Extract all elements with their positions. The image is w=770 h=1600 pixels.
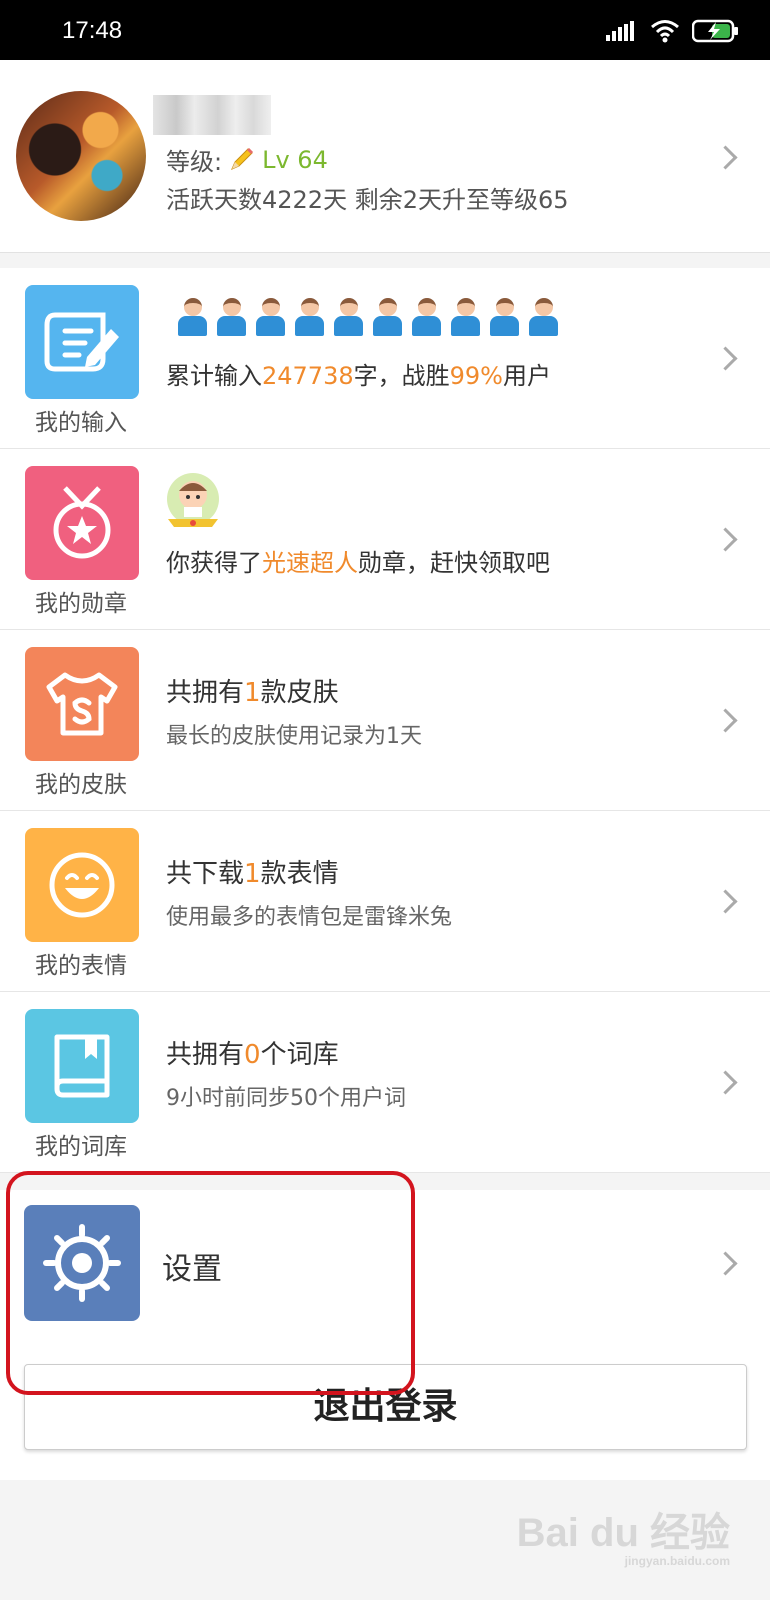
- book-icon: [54, 1034, 110, 1098]
- avatar[interactable]: [16, 91, 146, 221]
- my-input-summary: 累计输入247738字，战胜99%用户: [166, 362, 551, 390]
- menu-caption: 我的表情: [35, 953, 127, 979]
- baby-badge-icon: [167, 473, 219, 527]
- emoji-count: 共下载1款表情: [166, 859, 339, 889]
- medal-icon: [53, 486, 111, 559]
- chevron-right-icon: [713, 1070, 738, 1095]
- menu-caption: 我的输入: [35, 410, 127, 436]
- chevron-right-icon: [713, 145, 738, 170]
- highlight-box: [6, 1171, 415, 1395]
- profile-header[interactable]: 等级: Lv 64 活跃天数4222天 剩余2天升至等级65: [0, 60, 770, 253]
- my-skins-tile: [25, 647, 139, 761]
- chevron-right-icon: [713, 889, 738, 914]
- active-days-text: 活跃天数4222天 剩余2天升至等级65: [166, 186, 569, 214]
- chevron-right-icon: [713, 527, 738, 552]
- status-time: 17:48: [62, 17, 123, 44]
- battery-charging-icon: [692, 19, 738, 43]
- menu-caption: 我的词库: [35, 1134, 127, 1160]
- menu-caption: 我的皮肤: [35, 772, 127, 798]
- menu-item-my-skins[interactable]: 我的皮肤 共拥有1款皮肤 最长的皮肤使用记录为1天: [0, 630, 770, 811]
- scroll-edit-icon: [44, 312, 119, 372]
- chevron-right-icon: [713, 708, 738, 733]
- users-illustration: [176, 298, 560, 336]
- stats-menu: 我的输入 累计输入247738字，战胜99%用户 我的勋章 你获得了光速超人勋章…: [0, 268, 770, 1173]
- status-icons: [606, 18, 740, 44]
- medal-message: 你获得了光速超人勋章，赶快领取吧: [166, 549, 550, 577]
- emoji-subtitle: 使用最多的表情包是雷锋米兔: [166, 905, 453, 930]
- level-value: Lv 64: [262, 145, 328, 174]
- wifi-icon: [651, 20, 679, 43]
- menu-item-my-medals[interactable]: 我的勋章 你获得了光速超人勋章，赶快领取吧: [0, 449, 770, 630]
- my-lexicon-tile: [25, 1009, 139, 1123]
- menu-caption: 我的勋章: [35, 591, 127, 617]
- lexicon-subtitle: 9小时前同步50个用户词: [166, 1086, 406, 1111]
- level-line: 等级: Lv 64: [166, 142, 328, 177]
- my-input-tile: [25, 285, 139, 399]
- menu-item-my-emoji[interactable]: 我的表情 共下载1款表情 使用最多的表情包是雷锋米兔: [0, 811, 770, 992]
- level-label: 等级:: [166, 148, 223, 176]
- tshirt-icon: [46, 672, 118, 736]
- smiley-icon: [49, 852, 115, 918]
- chevron-right-icon: [713, 1251, 738, 1276]
- signal-icon: [606, 21, 634, 41]
- status-bar: 17:48: [0, 0, 770, 60]
- lexicon-count: 共拥有0个词库: [166, 1040, 339, 1070]
- my-emoji-tile: [25, 828, 139, 942]
- menu-item-my-lexicon[interactable]: 我的词库 共拥有0个词库 9小时前同步50个用户词: [0, 992, 770, 1173]
- my-medals-tile: [25, 466, 139, 580]
- baidu-watermark: Bai du 经验 jingyan.baidu.com: [516, 1511, 730, 1568]
- username-blurred: [153, 95, 271, 135]
- skins-count: 共拥有1款皮肤: [166, 678, 339, 708]
- skins-subtitle: 最长的皮肤使用记录为1天: [166, 724, 422, 749]
- pencil-icon: [231, 147, 254, 170]
- menu-item-my-input[interactable]: 我的输入 累计输入247738字，战胜99%用户: [0, 268, 770, 449]
- chevron-right-icon: [713, 346, 738, 371]
